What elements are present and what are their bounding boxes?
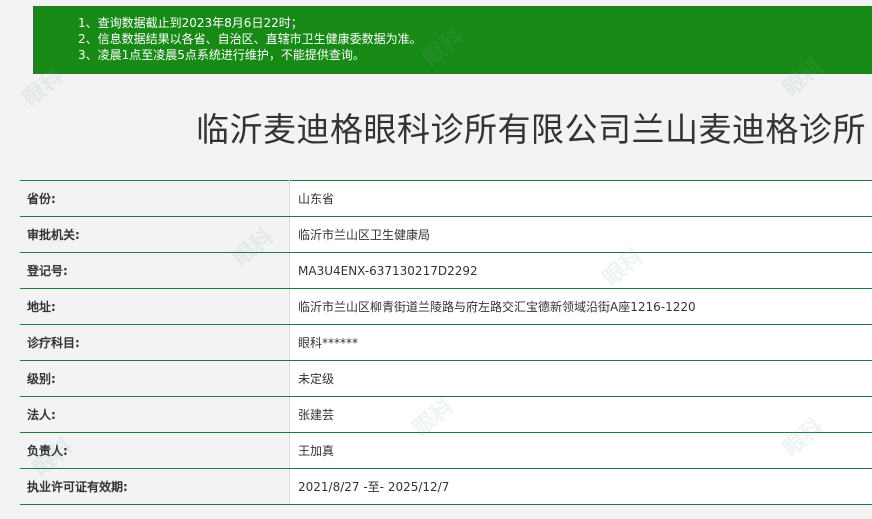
table-row-license-validity: 执业许可证有效期: 2021/8/27 -至- 2025/12/7 [20,468,872,505]
notice-line-2: 2、信息数据结果以各省、自治区、直辖市卫生健康委数据为准。 [78,32,422,46]
table-row-province: 省份: 山东省 [20,180,872,217]
row-value: 临沂市兰山区卫生健康局 [289,216,872,253]
page: 1、查询数据截止到2023年8月6日22时； 2、信息数据结果以各省、自治区、直… [0,0,872,519]
notice-banner: 1、查询数据截止到2023年8月6日22时； 2、信息数据结果以各省、自治区、直… [33,6,872,74]
table-row-registration-number: 登记号: MA3U4ENX-637130217D2292 [20,252,872,289]
table-row-person-in-charge: 负责人: 王加真 [20,432,872,469]
row-value: MA3U4ENX-637130217D2292 [289,252,872,289]
row-label: 诊疗科目: [20,324,290,361]
notice-line-1: 1、查询数据截止到2023年8月6日22时； [78,16,303,30]
table-row-approval-authority: 审批机关: 临沂市兰山区卫生健康局 [20,216,872,253]
row-label: 省份: [20,180,290,217]
table-row-address: 地址: 临沂市兰山区柳青街道兰陵路与府左路交汇宝德新领域沿街A座1216-122… [20,288,872,325]
row-label: 级别: [20,360,290,397]
row-label: 登记号: [20,252,290,289]
row-label: 执业许可证有效期: [20,468,290,505]
row-label: 地址: [20,288,290,325]
page-title: 临沂麦迪格眼科诊所有限公司兰山麦迪格诊所 [196,110,866,149]
row-value: 临沂市兰山区柳青街道兰陵路与府左路交汇宝德新领域沿街A座1216-1220 [289,288,872,325]
row-label: 负责人: [20,432,290,469]
row-value: 眼科****** [289,324,872,361]
row-value: 张建芸 [289,396,872,433]
notice-line-3: 3、凌晨1点至凌晨5点系统进行维护，不能提供查询。 [78,48,365,62]
table-row-legal-person: 法人: 张建芸 [20,396,872,433]
row-value: 未定级 [289,360,872,397]
table-row-departments: 诊疗科目: 眼科****** [20,324,872,361]
row-label: 审批机关: [20,216,290,253]
row-value: 山东省 [289,180,872,217]
clinic-info-table: 省份: 山东省 审批机关: 临沂市兰山区卫生健康局 登记号: MA3U4ENX-… [20,180,872,505]
row-value: 2021/8/27 -至- 2025/12/7 [289,468,872,505]
row-label: 法人: [20,396,290,433]
row-value: 王加真 [289,432,872,469]
table-row-level: 级别: 未定级 [20,360,872,397]
